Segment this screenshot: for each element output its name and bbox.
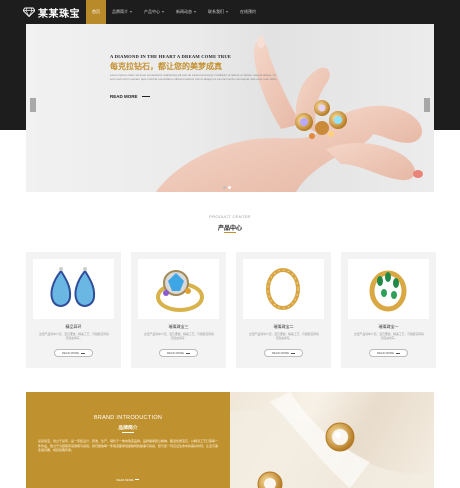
product-read-more-button[interactable]: READ MORE <box>159 349 198 357</box>
brand-intro: BRAND INTRODUCTION 品牌简介 某某珠宝，创立于某年，是一家集设… <box>26 392 230 488</box>
product-description: 这里产品简单介绍，宝石镶嵌，精美工艺，可根据实际情况自由填写。 <box>144 332 214 340</box>
emerald-ring-image <box>369 270 407 312</box>
hero-kicker: A DIAMOND IN THE HEART A DREAM COME TRUE <box>110 54 232 59</box>
slider-dot-active[interactable] <box>228 186 231 189</box>
brand-read-more-button[interactable]: READ MORE <box>104 476 152 483</box>
nav-item-contact[interactable]: 联系我们 <box>202 0 234 24</box>
product-image-ring-blue[interactable] <box>138 259 219 319</box>
blue-ring-image <box>156 270 204 312</box>
product-image-earrings[interactable] <box>33 259 114 319</box>
chevron-down-icon <box>130 11 132 13</box>
nav-label: 新闻动态 <box>176 9 192 14</box>
hero-read-more-button[interactable]: READ MORE <box>110 94 150 99</box>
product-description: 这里产品简单介绍，宝石镶嵌，精美工艺，可根据实际情况自由填写。 <box>39 332 109 340</box>
logo-text: 某某珠宝 <box>38 8 80 20</box>
brand-photo <box>230 392 434 488</box>
logo[interactable]: 某某珠宝 <box>23 4 80 20</box>
brand-description: 某某珠宝，创立于某年，是一家集设计、研发、生产、销售于一体的珠宝品牌。品牌秉承匠… <box>38 439 219 453</box>
button-label: READ MORE <box>272 351 289 355</box>
button-label: READ MORE <box>62 351 79 355</box>
nav-item-products[interactable]: 产品中心 <box>138 0 170 24</box>
brand-title: 品牌简介 <box>118 426 138 431</box>
arrow-right-icon <box>141 96 150 97</box>
product-card[interactable]: 璀璨珠宝二 这里产品简单介绍，宝石镶嵌，精美工艺，可根据实际情况自由填写。 RE… <box>236 252 331 368</box>
main-nav: 首页 品牌简介 产品中心 新闻动态 联系我们 在线预约 <box>86 0 262 24</box>
button-label: READ MORE <box>116 477 134 482</box>
product-card[interactable]: 精品耳环 这里产品简单介绍，宝石镶嵌，精美工艺，可根据实际情况自由填写。 REA… <box>26 252 121 368</box>
diamond-logo-icon <box>23 7 35 17</box>
pearl-ring-photo <box>230 392 434 488</box>
read-more-label: READ MORE <box>110 94 138 99</box>
title-divider <box>122 432 134 433</box>
header-band-right <box>434 24 460 130</box>
product-name: 璀璨珠宝三 <box>168 324 189 329</box>
hero-title: 每克拉钻石，都让您的美梦成真 <box>110 62 222 71</box>
slider-prev-icon[interactable] <box>30 98 36 112</box>
product-image-emerald-ring[interactable] <box>348 259 429 319</box>
hand-ring-photo <box>156 36 423 192</box>
chevron-down-icon <box>162 11 164 13</box>
product-read-more-button[interactable]: READ MORE <box>369 349 408 357</box>
slider-dot[interactable] <box>223 186 226 189</box>
product-card[interactable]: 璀璨珠宝一 这里产品简单介绍，宝石镶嵌，精美工艺，可根据实际情况自由填写。 RE… <box>341 252 436 368</box>
site-header: 某某珠宝 首页 品牌简介 产品中心 新闻动态 联系我们 在线预约 <box>0 0 460 24</box>
earrings-image <box>50 267 96 307</box>
hero-description: Lorem ipsum dolor sit amet consectetur a… <box>110 73 278 82</box>
title-divider <box>224 232 236 233</box>
brand-en-title: BRAND INTRODUCTION <box>93 415 163 421</box>
nav-label: 产品中心 <box>144 9 160 14</box>
product-name: 璀璨珠宝一 <box>378 324 399 329</box>
nav-item-brand[interactable]: 品牌简介 <box>106 0 138 24</box>
product-name: 璀璨珠宝二 <box>273 324 294 329</box>
bangle-ring-image <box>266 268 300 310</box>
chevron-down-icon <box>194 11 196 13</box>
hero-banner: A DIAMOND IN THE HEART A DREAM COME TRUE… <box>26 24 434 192</box>
slider-next-icon[interactable] <box>424 98 430 112</box>
header-band-left <box>0 24 26 130</box>
chevron-down-icon <box>226 11 228 13</box>
nav-item-news[interactable]: 新闻动态 <box>170 0 202 24</box>
nav-label: 品牌简介 <box>112 9 128 14</box>
nav-label: 联系我们 <box>208 9 224 14</box>
products-en-title: PRODUCT CENTER <box>209 214 251 219</box>
product-read-more-button[interactable]: READ MORE <box>264 349 303 357</box>
button-label: READ MORE <box>167 351 184 355</box>
product-description: 这里产品简单介绍，宝石镶嵌，精美工艺，可根据实际情况自由填写。 <box>354 332 424 340</box>
nav-item-home[interactable]: 首页 <box>86 0 106 24</box>
product-image-bangle[interactable] <box>243 259 324 319</box>
button-label: READ MORE <box>377 351 394 355</box>
slider-dots <box>223 186 231 189</box>
nav-label: 在线预约 <box>240 9 256 14</box>
nav-item-booking[interactable]: 在线预约 <box>234 0 262 24</box>
product-read-more-button[interactable]: READ MORE <box>54 349 93 357</box>
product-name: 精品耳环 <box>65 324 82 329</box>
product-description: 这里产品简单介绍，宝石镶嵌，精美工艺，可根据实际情况自由填写。 <box>249 332 319 340</box>
nav-label: 首页 <box>92 9 100 14</box>
products-title: 产品中心 <box>217 226 242 232</box>
product-card[interactable]: 璀璨珠宝三 这里产品简单介绍，宝石镶嵌，精美工艺，可根据实际情况自由填写。 RE… <box>131 252 226 368</box>
